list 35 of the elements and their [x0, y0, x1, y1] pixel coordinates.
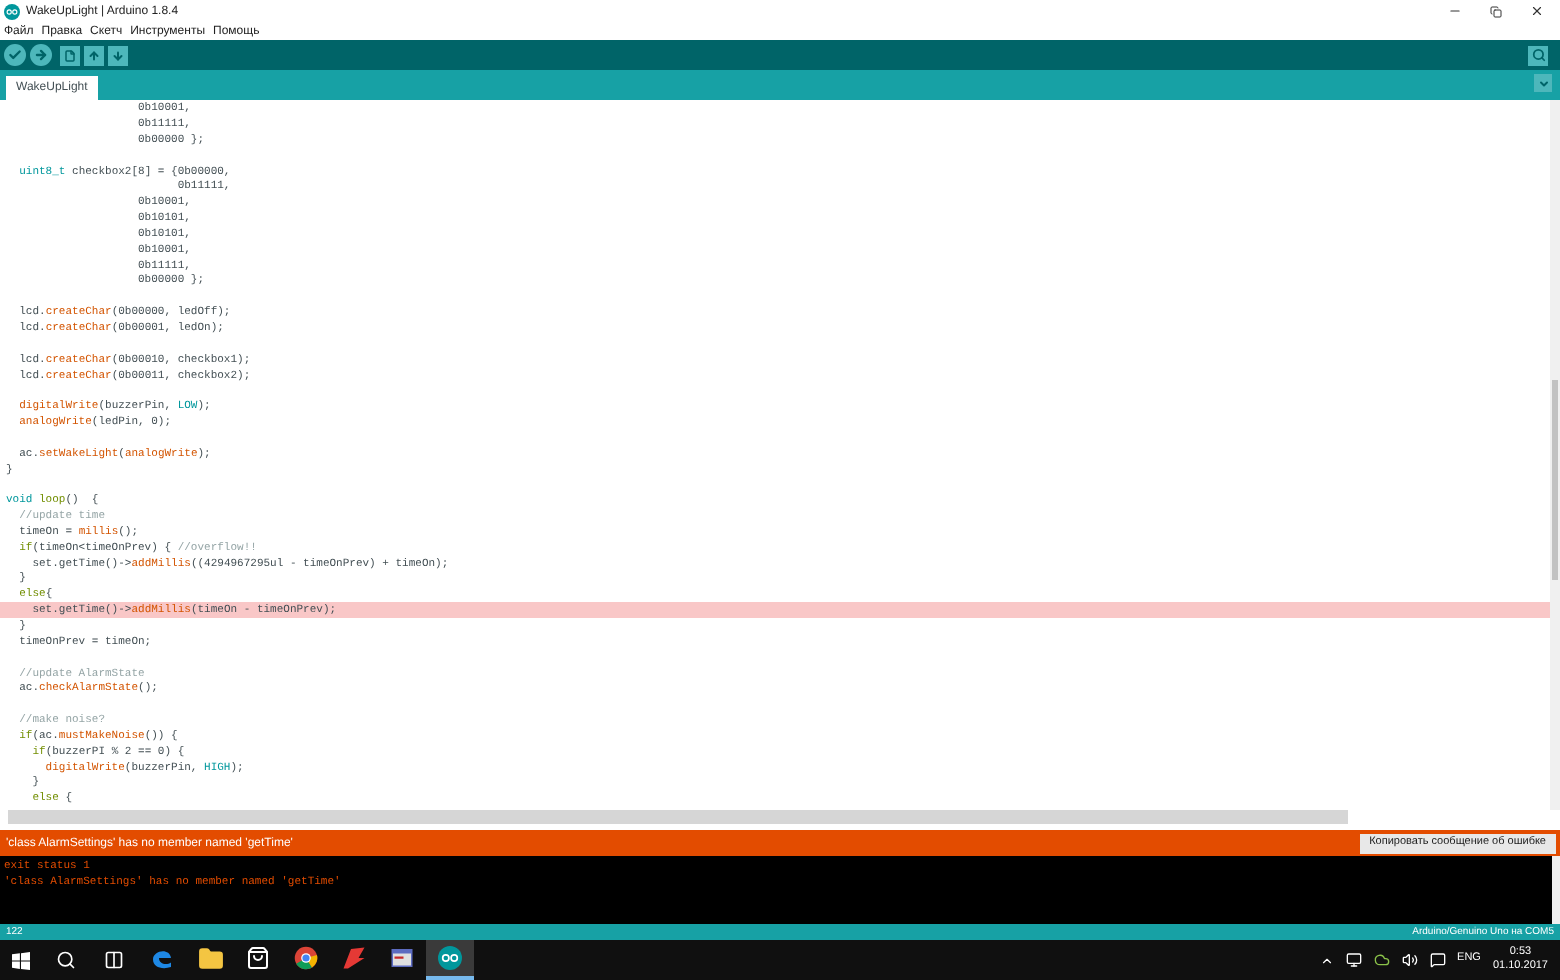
close-icon[interactable]	[1530, 4, 1544, 18]
minimize-icon[interactable]	[1448, 4, 1462, 18]
edge-icon[interactable]	[150, 946, 174, 970]
file-icon	[64, 49, 76, 61]
arrow-down-icon	[112, 49, 124, 61]
verify-button[interactable]	[4, 44, 26, 66]
upload-button[interactable]	[30, 44, 52, 66]
check-icon	[8, 48, 22, 62]
arduino-icon	[438, 946, 462, 970]
chevron-down-icon	[1537, 77, 1549, 89]
arrow-up-icon	[88, 49, 100, 61]
search-icon	[1531, 48, 1545, 62]
save-button[interactable]	[108, 45, 128, 65]
notification-icon[interactable]	[1429, 952, 1446, 968]
cloud-icon[interactable]	[1373, 952, 1390, 968]
task-view-icon[interactable]	[104, 950, 124, 970]
app-icon[interactable]	[342, 946, 366, 970]
start-icon[interactable]	[12, 951, 30, 969]
console-scrollbar[interactable]	[1552, 856, 1560, 924]
new-button[interactable]	[60, 45, 80, 65]
network-icon[interactable]	[1345, 952, 1362, 968]
restore-icon[interactable]	[1490, 5, 1502, 17]
horizontal-scrollbar[interactable]	[8, 810, 1348, 824]
serial-monitor-button[interactable]	[1528, 45, 1548, 65]
folder-icon[interactable]	[197, 945, 223, 971]
store-icon[interactable]	[246, 946, 270, 970]
volume-icon[interactable]	[1401, 952, 1418, 968]
window-icon[interactable]	[390, 946, 414, 970]
tab-menu-button[interactable]	[1534, 74, 1552, 92]
search-icon[interactable]	[56, 950, 76, 970]
tray-expand-icon[interactable]	[1319, 953, 1334, 967]
vertical-scrollbar[interactable]	[1550, 100, 1560, 810]
arrow-right-icon	[34, 48, 48, 62]
browser-icon[interactable]	[294, 946, 318, 970]
open-button[interactable]	[84, 45, 104, 65]
